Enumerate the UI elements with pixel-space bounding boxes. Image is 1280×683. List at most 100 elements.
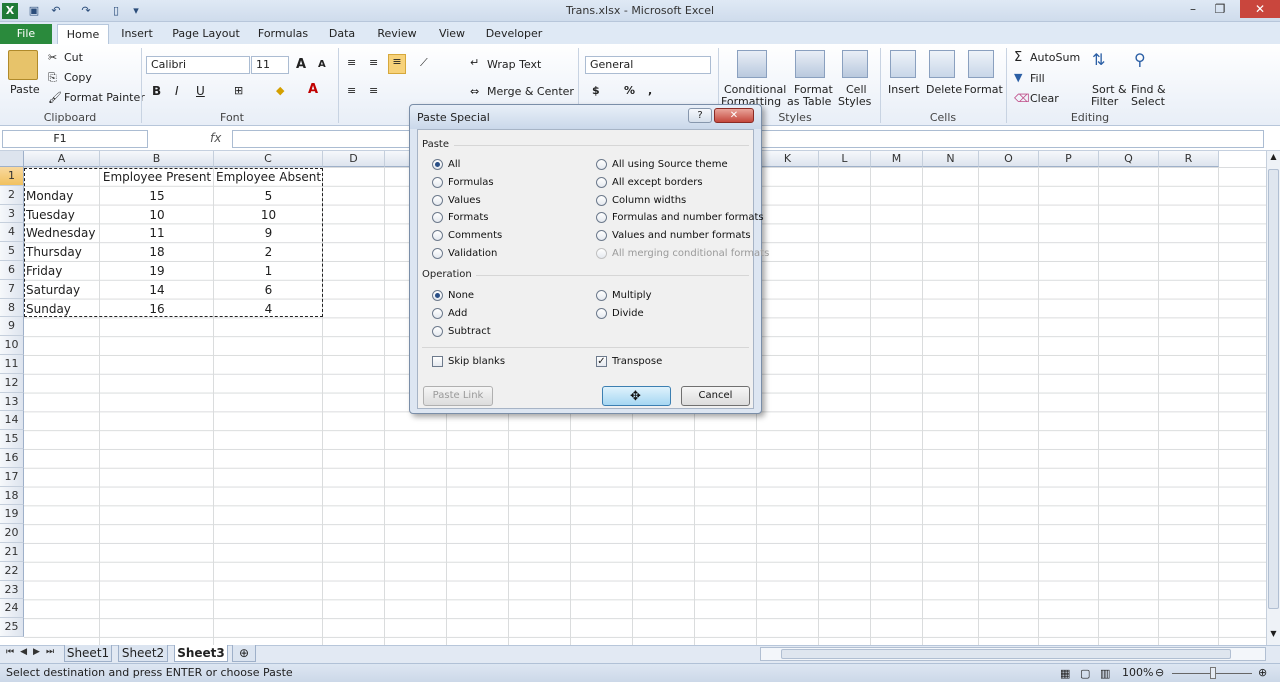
paste-option-column-widths[interactable]: Column widths: [596, 194, 686, 208]
percent-button[interactable]: %: [624, 84, 635, 97]
row-header-24[interactable]: 24: [0, 599, 24, 619]
borders-icon[interactable]: ⊞: [234, 84, 243, 97]
sheet-tab-1[interactable]: Sheet1: [64, 645, 112, 662]
operation-option-add[interactable]: Add: [432, 307, 467, 321]
restore-icon[interactable]: ❐: [1207, 0, 1233, 18]
merge-center-button[interactable]: Merge & Center: [487, 85, 574, 98]
paste-link-button[interactable]: Paste Link: [423, 386, 493, 406]
tab-data[interactable]: Data: [322, 24, 362, 44]
row-header-2[interactable]: 2: [0, 185, 24, 205]
insert-function-icon[interactable]: fx: [210, 131, 221, 145]
row-header-20[interactable]: 20: [0, 524, 24, 543]
row-header-18[interactable]: 18: [0, 486, 24, 506]
row-header-22[interactable]: 22: [0, 561, 24, 581]
row-header-4[interactable]: 4: [0, 223, 24, 243]
paste-option-all-using-source-theme[interactable]: All using Source theme: [596, 158, 728, 172]
zoom-out-icon[interactable]: ⊖: [1155, 664, 1164, 682]
row-header-23[interactable]: 23: [0, 580, 24, 600]
row-header-7[interactable]: 7: [0, 279, 24, 299]
insert-cells-button[interactable]: Insert: [888, 83, 920, 96]
sheet-tab-3[interactable]: Sheet3: [174, 645, 228, 662]
tab-developer[interactable]: Developer: [480, 24, 548, 44]
comma-button[interactable]: ,: [648, 84, 652, 97]
tab-page-layout[interactable]: Page Layout: [168, 24, 244, 44]
row-header-19[interactable]: 19: [0, 505, 24, 525]
orientation-icon[interactable]: ⟋: [420, 56, 428, 70]
cut-button[interactable]: Cut: [64, 51, 83, 64]
tab-file[interactable]: File: [0, 24, 52, 44]
paste-option-formats[interactable]: Formats: [432, 211, 488, 225]
normal-view-icon[interactable]: ▦: [1060, 665, 1070, 683]
row-header-9[interactable]: 9: [0, 317, 24, 337]
column-header-q[interactable]: Q: [1099, 151, 1159, 167]
tab-formulas[interactable]: Formulas: [252, 24, 314, 44]
column-header-a[interactable]: A: [24, 151, 100, 167]
zoom-level[interactable]: 100%: [1122, 664, 1153, 682]
align-bottom-icon[interactable]: ≡: [388, 54, 406, 74]
operation-option-none[interactable]: None: [432, 289, 474, 303]
row-header-13[interactable]: 13: [0, 392, 24, 412]
font-name-select[interactable]: Calibri: [146, 56, 250, 74]
column-header-k[interactable]: K: [757, 151, 819, 167]
row-header-11[interactable]: 11: [0, 355, 24, 374]
paste-option-comments[interactable]: Comments: [432, 229, 502, 243]
fill-button[interactable]: Fill: [1030, 72, 1045, 85]
paste-option-values-and-number-formats[interactable]: Values and number formats: [596, 229, 751, 243]
row-header-15[interactable]: 15: [0, 430, 24, 449]
format-painter-button[interactable]: Format Painter: [64, 91, 145, 104]
format-cells-button[interactable]: Format: [964, 83, 1003, 96]
row-header-3[interactable]: 3: [0, 204, 24, 224]
column-header-l[interactable]: L: [819, 151, 871, 167]
autosum-button[interactable]: AutoSum: [1030, 51, 1080, 64]
paste-option-validation[interactable]: Validation: [432, 247, 497, 261]
paste-button[interactable]: Paste: [10, 83, 40, 96]
dialog-close-icon[interactable]: ✕: [714, 108, 754, 123]
paste-option-formulas[interactable]: Formulas: [432, 176, 494, 190]
italic-button[interactable]: I: [175, 84, 179, 98]
cancel-button[interactable]: Cancel: [681, 386, 750, 406]
number-format-select[interactable]: General: [585, 56, 711, 74]
column-header-r[interactable]: R: [1159, 151, 1219, 167]
delete-cells-button[interactable]: Delete: [926, 83, 962, 96]
operation-option-divide[interactable]: Divide: [596, 307, 644, 321]
transpose-checkbox[interactable]: ✓ Transpose: [596, 355, 662, 369]
minimize-icon[interactable]: –: [1180, 0, 1206, 18]
row-header-14[interactable]: 14: [0, 411, 24, 431]
paste-option-values[interactable]: Values: [432, 194, 481, 208]
zoom-slider-thumb[interactable]: [1210, 667, 1216, 679]
close-window-icon[interactable]: ✕: [1240, 0, 1280, 18]
align-left-icon[interactable]: ≡: [347, 84, 356, 97]
tab-review[interactable]: Review: [370, 24, 424, 44]
bold-button[interactable]: B: [152, 84, 161, 98]
shrink-font-icon[interactable]: A: [318, 59, 326, 70]
clear-button[interactable]: Clear: [1030, 92, 1059, 105]
select-all-corner[interactable]: [0, 151, 24, 167]
paste-option-all[interactable]: All: [432, 158, 460, 172]
grow-font-icon[interactable]: A: [296, 57, 306, 72]
vertical-scroll-thumb[interactable]: [1268, 169, 1279, 609]
name-box[interactable]: F1: [2, 130, 148, 148]
column-header-b[interactable]: B: [100, 151, 214, 167]
page-break-view-icon[interactable]: ▥: [1100, 665, 1110, 683]
currency-button[interactable]: $: [592, 84, 600, 97]
skip-blanks-checkbox[interactable]: Skip blanks: [432, 355, 505, 369]
column-header-d[interactable]: D: [323, 151, 385, 167]
column-header-n[interactable]: N: [923, 151, 979, 167]
column-header-o[interactable]: O: [979, 151, 1039, 167]
tab-insert[interactable]: Insert: [112, 24, 162, 44]
row-header-6[interactable]: 6: [0, 261, 24, 280]
sheet-nav-icon[interactable]: ⏮◀▶⏭: [6, 647, 60, 657]
page-layout-view-icon[interactable]: ▢: [1080, 665, 1090, 683]
scroll-down-icon[interactable]: ▼: [1268, 629, 1279, 641]
horizontal-scrollbar[interactable]: [760, 647, 1266, 661]
operation-option-multiply[interactable]: Multiply: [596, 289, 652, 303]
scroll-up-icon[interactable]: ▲: [1268, 152, 1279, 164]
vertical-scrollbar[interactable]: ▲ ▼: [1266, 151, 1280, 645]
underline-button[interactable]: U: [196, 84, 205, 98]
font-color-icon[interactable]: A: [308, 82, 318, 97]
column-header-m[interactable]: M: [871, 151, 923, 167]
column-header-p[interactable]: P: [1039, 151, 1099, 167]
operation-option-subtract[interactable]: Subtract: [432, 325, 491, 339]
paste-option-all-except-borders[interactable]: All except borders: [596, 176, 703, 190]
row-header-12[interactable]: 12: [0, 373, 24, 393]
